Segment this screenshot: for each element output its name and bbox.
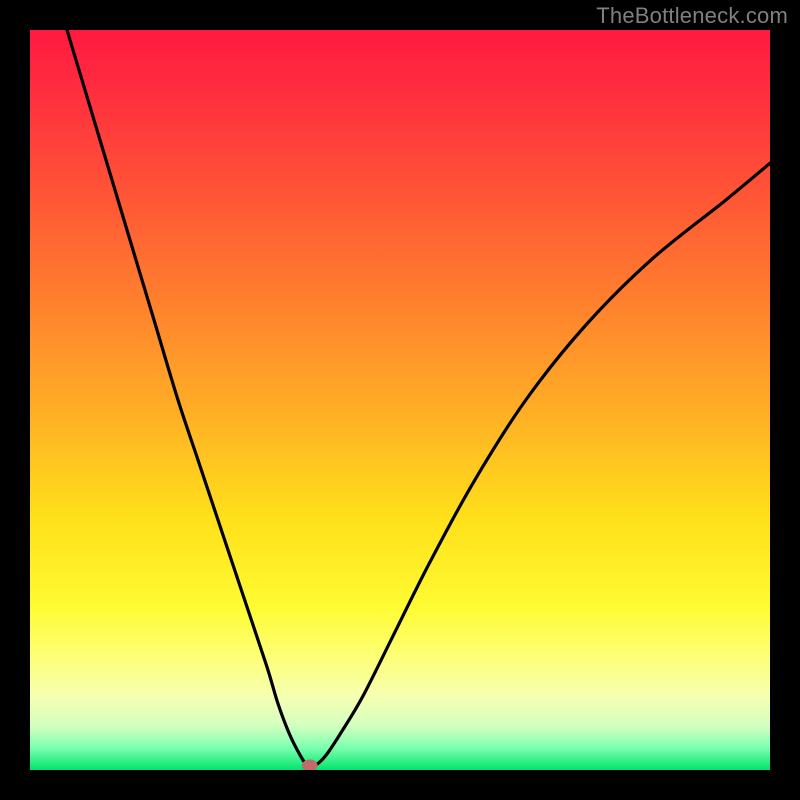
chart-frame: TheBottleneck.com [0,0,800,800]
curve-layer [30,30,770,770]
bottleneck-curve [67,30,770,767]
watermark-text: TheBottleneck.com [596,3,788,29]
plot-area [30,30,770,770]
